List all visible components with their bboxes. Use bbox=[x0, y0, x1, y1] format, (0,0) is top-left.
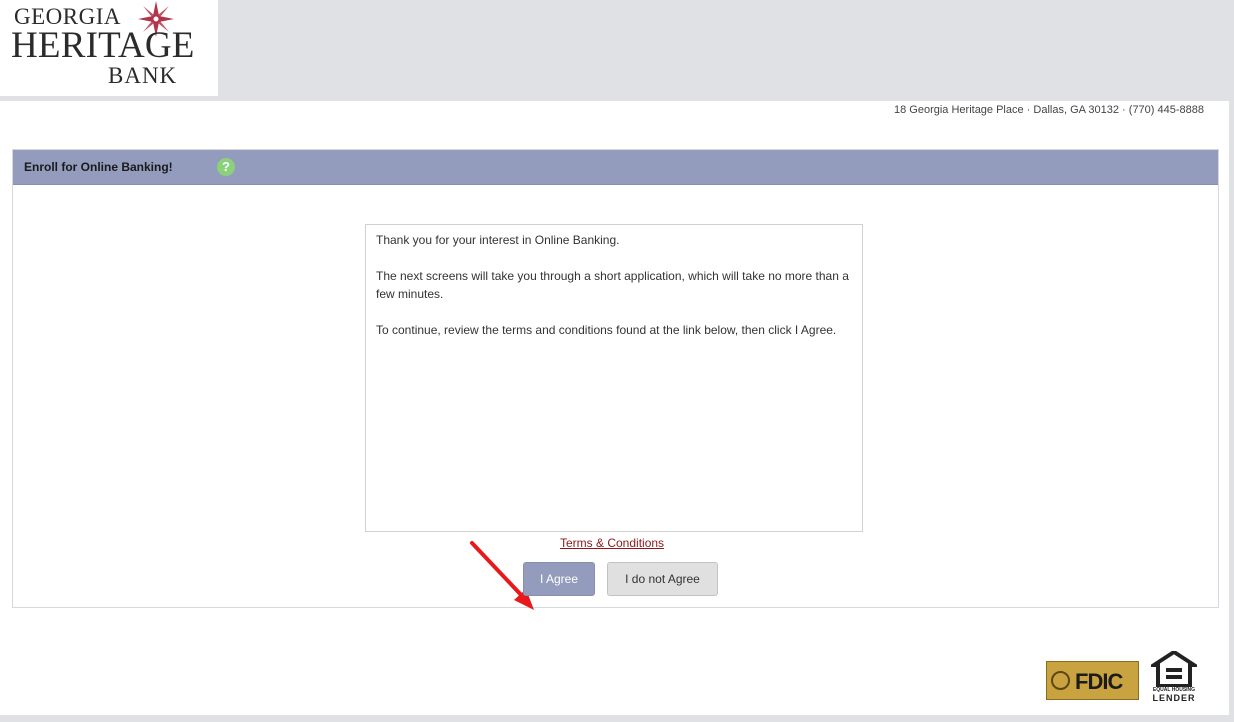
message-paragraph-2: The next screens will take you through a… bbox=[376, 268, 849, 302]
panel-title: Enroll for Online Banking! bbox=[24, 160, 173, 174]
equal-housing-house-icon bbox=[1147, 649, 1201, 688]
ehl-lender: LENDER bbox=[1152, 693, 1196, 703]
i-agree-button[interactable]: I Agree bbox=[523, 562, 595, 596]
enroll-panel: Enroll for Online Banking! ? Thank you f… bbox=[12, 149, 1219, 610]
fdic-badge: FDIC bbox=[1046, 661, 1139, 700]
message-paragraph-1: Thank you for your interest in Online Ba… bbox=[376, 233, 620, 247]
logo-text-bank: BANK bbox=[108, 63, 178, 88]
fdic-label: FDIC bbox=[1075, 669, 1123, 694]
i-do-not-agree-button[interactable]: I do not Agree bbox=[607, 562, 718, 596]
bank-address: 18 Georgia Heritage Place · Dallas, GA 3… bbox=[893, 104, 1204, 116]
terms-conditions-link[interactable]: Terms & Conditions bbox=[560, 536, 664, 550]
fdic-seal-icon bbox=[1051, 671, 1070, 690]
panel-header: Enroll for Online Banking! ? bbox=[13, 150, 1218, 185]
help-icon[interactable]: ? bbox=[217, 158, 235, 176]
logo-text-heritage: HERITAGE bbox=[11, 25, 195, 66]
bank-logo[interactable]: GEORGIA HERITAGE BANK bbox=[0, 0, 218, 96]
equal-housing-lender-badge: EQUAL HOUSING LENDER bbox=[1147, 649, 1201, 707]
enrollment-message-box[interactable]: Thank you for your interest in Online Ba… bbox=[365, 224, 863, 532]
message-paragraph-3: To continue, review the terms and condit… bbox=[376, 322, 837, 337]
page-content: 18 Georgia Heritage Place · Dallas, GA 3… bbox=[0, 101, 1229, 715]
